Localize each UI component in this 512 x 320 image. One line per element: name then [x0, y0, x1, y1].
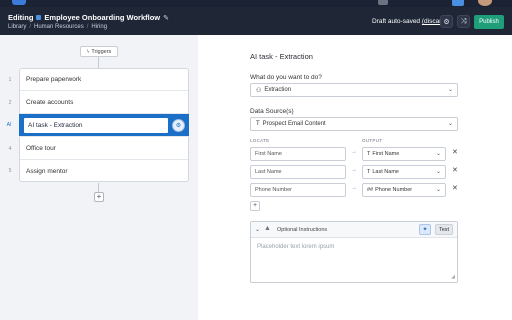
chevron-down-icon: ⌄ — [435, 187, 441, 193]
breadcrumb-item[interactable]: Hiring — [91, 24, 107, 30]
number-type-icon: ## — [367, 187, 374, 193]
shuffle-icon: ⤨ — [460, 17, 467, 25]
text-type-icon: T — [256, 121, 260, 127]
chevron-down-icon: ⌄ — [435, 151, 441, 157]
optional-instructions-box: ⌄ ▲ Optional Instructions ✦ Text Placeho… — [250, 221, 458, 283]
output-value: Phone Number — [375, 187, 413, 193]
editor-header: Editing Employee Onboarding Workflow ✎ L… — [0, 7, 512, 35]
settings-button[interactable]: ⚙ — [440, 15, 453, 28]
output-value: Last Name — [372, 169, 399, 175]
app-logo-icon[interactable] — [12, 0, 26, 5]
triggers-label: Triggers — [91, 48, 112, 55]
step-label: Create accounts — [26, 99, 74, 106]
instructions-textarea[interactable]: Placeholder text lorem ipsum — [251, 238, 457, 256]
autosave-text: Draft auto-saved — [372, 18, 421, 25]
collapse-caret-icon[interactable]: ⌄ — [255, 226, 260, 233]
step-item[interactable]: 1 Prepare paperwork — [9, 69, 188, 91]
chevron-down-icon: ⌄ — [435, 169, 441, 175]
step-item[interactable]: 5 Assign mentor — [9, 160, 188, 182]
bolt-icon: ϟ — [86, 48, 90, 55]
connector-line — [98, 57, 99, 68]
output-select[interactable]: T Last Name ⌄ — [362, 165, 446, 179]
task-type-select[interactable]: ⚇ Extraction ⌄ — [250, 83, 458, 97]
user-avatar[interactable] — [478, 0, 492, 6]
breadcrumb-item[interactable]: Human Resources — [34, 24, 84, 30]
locate-input[interactable]: First Name — [250, 147, 346, 161]
arrow-right-icon: → — [351, 185, 357, 191]
output-column-header: OUTPUT — [362, 138, 383, 143]
step-config-panel: AI task - Extraction What do you want to… — [198, 35, 512, 320]
arrow-right-icon: → — [351, 149, 357, 155]
warning-icon: ▲ — [264, 225, 271, 232]
step-label: Office tour — [26, 145, 56, 152]
output-select[interactable]: T First Name ⌄ — [362, 147, 446, 161]
data-sources-label: Data Source(s) — [250, 108, 294, 115]
step-number: 5 — [8, 168, 12, 174]
step-label[interactable]: AI task - Extraction — [24, 117, 168, 133]
chevron-down-icon: ⌄ — [447, 121, 453, 127]
autosave-status: Draft auto-saved (discard) — [372, 18, 447, 25]
step-number: 4 — [8, 145, 12, 152]
step-label: Prepare paperwork — [26, 76, 82, 83]
step-number: AI — [6, 122, 12, 128]
breadcrumb-separator: / — [29, 24, 32, 30]
remove-row-button[interactable]: ✕ — [452, 184, 458, 192]
step-list: 1 Prepare paperwork 2 Create accounts AI… — [7, 68, 189, 182]
notification-icon[interactable] — [378, 0, 388, 5]
workflow-title-row: Editing Employee Onboarding Workflow ✎ — [8, 13, 169, 22]
connector-line — [98, 183, 99, 192]
locate-input[interactable]: Last Name — [250, 165, 346, 179]
locate-input[interactable]: Phone Number — [250, 183, 346, 197]
instructions-header: ⌄ ▲ Optional Instructions ✦ Text — [251, 222, 457, 238]
text-mode-button[interactable]: Text — [435, 224, 453, 235]
breadcrumb-separator: / — [86, 24, 89, 30]
shuffle-button[interactable]: ⤨ — [457, 15, 470, 28]
remove-row-button[interactable]: ✕ — [452, 148, 458, 156]
instructions-title: Optional Instructions — [277, 227, 328, 233]
top-app-bar — [0, 0, 512, 7]
step-item[interactable]: 2 Create accounts — [9, 92, 188, 114]
arrow-right-icon: → — [351, 167, 357, 173]
workflow-icon — [36, 15, 42, 20]
data-source-value: Prospect Email Content — [262, 121, 326, 127]
output-value: First Name — [372, 151, 400, 157]
step-item-active[interactable]: AI AI task - Extraction ⚙ — [7, 114, 189, 137]
text-type-icon: T — [367, 169, 371, 175]
step-label: Assign mentor — [26, 167, 68, 175]
editing-label: Editing — [8, 13, 34, 22]
breadcrumb-item[interactable]: Library — [8, 24, 26, 30]
edit-name-icon[interactable]: ✎ — [163, 14, 169, 22]
remove-row-button[interactable]: ✕ — [452, 166, 458, 174]
data-source-select[interactable]: T Prospect Email Content ⌄ — [250, 117, 458, 131]
robot-icon: ⚇ — [256, 87, 262, 94]
step-item[interactable]: 4 Office tour — [9, 138, 188, 160]
chevron-down-icon: ⌄ — [447, 87, 453, 93]
add-field-button[interactable]: + — [250, 201, 260, 211]
workflow-name: Employee Onboarding Workflow — [44, 13, 161, 22]
step-number: 1 — [8, 76, 12, 83]
gear-icon: ⚙ — [443, 18, 450, 26]
step-number: 2 — [8, 99, 12, 106]
text-type-icon: T — [367, 151, 371, 157]
add-step-button[interactable]: + — [94, 192, 104, 202]
app-switcher-icon[interactable] — [452, 0, 464, 6]
breadcrumb: Library / Human Resources / Hiring — [8, 24, 107, 30]
task-question-label: What do you want to do? — [250, 74, 322, 81]
ai-robot-icon: ⚙ — [172, 118, 185, 132]
publish-button[interactable]: Publish — [474, 15, 504, 29]
panel-title: AI task - Extraction — [250, 52, 313, 61]
triggers-button[interactable]: ϟ Triggers — [80, 46, 118, 57]
resize-handle-icon[interactable]: ◢ — [451, 274, 455, 280]
locate-column-header: LOCATE — [250, 138, 270, 143]
output-select[interactable]: ## Phone Number ⌄ — [362, 183, 446, 197]
workflow-canvas: ϟ Triggers 1 Prepare paperwork 2 Create … — [0, 35, 198, 320]
task-type-value: Extraction — [264, 87, 292, 93]
magic-wand-button[interactable]: ✦ — [419, 224, 431, 235]
